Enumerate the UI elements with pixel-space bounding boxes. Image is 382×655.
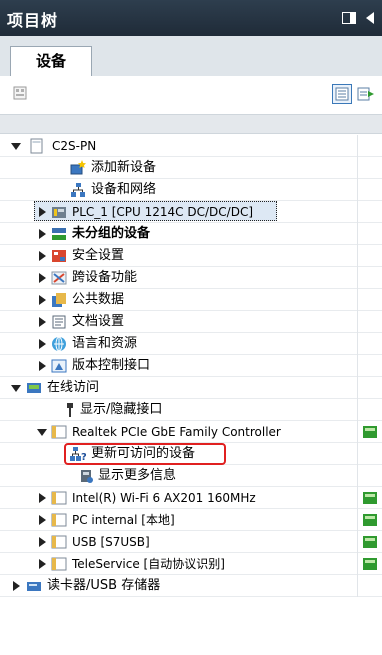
tree-row-label: 更新可访问的设备 <box>91 446 196 461</box>
tree-row-label: 未分组的设备 <box>72 226 151 241</box>
expanded-arrow-icon[interactable] <box>37 426 47 438</box>
network-status-icon <box>363 558 377 570</box>
tree-row-label: TeleService [自动协议识别] <box>72 557 225 571</box>
tree-row-add-new-device[interactable]: 添加新设备 <box>0 157 382 179</box>
update-accessible-icon: ? <box>70 447 86 462</box>
collapsed-arrow-icon[interactable] <box>37 536 47 548</box>
folder-icon <box>51 535 67 549</box>
version-control-icon <box>51 359 67 373</box>
tree-row-version-control[interactable]: 版本控制接口 <box>0 355 382 377</box>
detail-view-icon <box>335 87 349 101</box>
tree-row-label: 语言和资源 <box>72 336 138 351</box>
project-icon <box>30 138 43 154</box>
common-data-icon <box>52 293 66 307</box>
svg-text:?: ? <box>81 452 86 462</box>
tree-row-common-data[interactable]: 公共数据 <box>0 289 382 311</box>
add-device-icon <box>70 160 86 175</box>
add-to-project-icon[interactable] <box>356 84 376 104</box>
tree-row-devices-and-networks[interactable]: 设备和网络 <box>0 179 382 201</box>
card-reader-icon <box>27 582 41 591</box>
tree-row-online-access[interactable]: 在线访问 <box>0 377 382 399</box>
tree-row-project[interactable]: C2S-PN <box>0 135 382 157</box>
collapsed-arrow-icon[interactable] <box>37 250 47 262</box>
security-icon <box>52 250 66 262</box>
tree-row-security-settings[interactable]: 安全设置 <box>0 245 382 267</box>
online-access-icon <box>27 383 41 393</box>
tree-row-languages-resources[interactable]: 语言和资源 <box>0 333 382 355</box>
folder-icon <box>51 425 67 439</box>
tree-row-label: 读卡器/USB 存储器 <box>47 578 161 593</box>
tree-row-label: USB [S7USB] <box>72 535 150 549</box>
tree-row-label: 版本控制接口 <box>72 358 151 373</box>
network-status-icon <box>363 514 377 526</box>
collapsed-arrow-icon[interactable] <box>37 338 47 350</box>
tree-row-label: 文档设置 <box>72 314 125 329</box>
tree-header <box>0 114 382 134</box>
network-status-icon <box>363 426 377 438</box>
tree-row-label: 显示/隐藏接口 <box>80 402 163 417</box>
tree-row-cross-device-functions[interactable]: 跨设备功能 <box>0 267 382 289</box>
expanded-arrow-icon[interactable] <box>11 382 21 394</box>
collapsed-arrow-icon[interactable] <box>37 294 47 306</box>
network-icon <box>71 183 85 197</box>
collapsed-arrow-icon[interactable] <box>37 514 47 526</box>
tree-row-label: 在线访问 <box>47 380 100 395</box>
expanded-arrow-icon[interactable] <box>11 140 21 152</box>
tree-row-label: 添加新设备 <box>91 160 157 175</box>
more-info-icon <box>81 470 93 483</box>
folder-icon <box>51 491 67 505</box>
tree-row-plc[interactable]: PLC_1 [CPU 1214C DC/DC/DC] <box>0 201 382 223</box>
interface-icon <box>67 403 73 417</box>
collapsed-arrow-icon[interactable] <box>11 580 21 592</box>
overview-icon[interactable] <box>12 84 30 102</box>
tree-row-label: 安全设置 <box>72 248 125 263</box>
tree-row-pc-internal[interactable]: PC internal [本地] <box>0 509 382 531</box>
network-status-icon <box>363 492 377 504</box>
tree-row-label: 设备和网络 <box>91 182 157 197</box>
tab-devices[interactable]: 设备 <box>10 46 92 77</box>
folder-icon <box>51 557 67 571</box>
tree-row-show-hide-interfaces[interactable]: 显示/隐藏接口 <box>0 399 382 421</box>
language-icon <box>52 336 66 352</box>
tree-row-usb[interactable]: USB [S7USB] <box>0 531 382 553</box>
panel-layout-icon[interactable] <box>342 11 356 25</box>
tree-row-realtek-controller[interactable]: Realtek PCIe GbE Family Controller <box>0 421 382 443</box>
tree-row-label: 跨设备功能 <box>72 270 138 285</box>
collapsed-arrow-icon[interactable] <box>37 228 47 240</box>
tree-row-card-reader[interactable]: 读卡器/USB 存储器 <box>0 575 382 597</box>
tree-row-update-accessible-devices[interactable]: ? 更新可访问的设备 <box>0 443 382 465</box>
panel-title: 项目树 <box>7 11 59 30</box>
network-status-icon <box>363 536 377 548</box>
toolbar <box>0 76 382 112</box>
tree-row-label: C2S-PN <box>52 139 97 153</box>
tree-row-label: PLC_1 [CPU 1214C DC/DC/DC] <box>72 205 254 219</box>
collapsed-arrow-icon[interactable] <box>37 206 47 218</box>
cross-device-icon <box>51 271 67 285</box>
collapsed-arrow-icon[interactable] <box>37 316 47 328</box>
collapse-left-icon[interactable] <box>364 11 376 25</box>
tree-row-show-more-info[interactable]: 显示更多信息 <box>0 465 382 487</box>
collapsed-arrow-icon[interactable] <box>37 558 47 570</box>
tree-row-document-settings[interactable]: 文档设置 <box>0 311 382 333</box>
tree-row-teleservice[interactable]: TeleService [自动协议识别] <box>0 553 382 575</box>
tree-row-label: Intel(R) Wi-Fi 6 AX201 160MHz <box>72 491 256 505</box>
plc-icon <box>52 207 66 218</box>
tab-strip: 设备 <box>0 36 382 77</box>
tree-row-intel-wifi[interactable]: Intel(R) Wi-Fi 6 AX201 160MHz <box>0 487 382 509</box>
document-settings-icon <box>52 315 66 329</box>
collapsed-arrow-icon[interactable] <box>37 272 47 284</box>
ungrouped-devices-icon <box>52 228 66 240</box>
tree-row-label: PC internal [本地] <box>72 513 175 527</box>
tree-row-ungrouped-devices[interactable]: 未分组的设备 <box>0 223 382 245</box>
collapsed-arrow-icon[interactable] <box>37 360 47 372</box>
folder-icon <box>51 513 67 527</box>
panel-titlebar: 项目树 <box>0 0 382 36</box>
tree-row-label: Realtek PCIe GbE Family Controller <box>72 425 281 439</box>
tree-row-label: 公共数据 <box>72 292 125 307</box>
tree-row-label: 显示更多信息 <box>98 468 177 483</box>
detail-view-button[interactable] <box>332 84 352 104</box>
collapsed-arrow-icon[interactable] <box>37 492 47 504</box>
